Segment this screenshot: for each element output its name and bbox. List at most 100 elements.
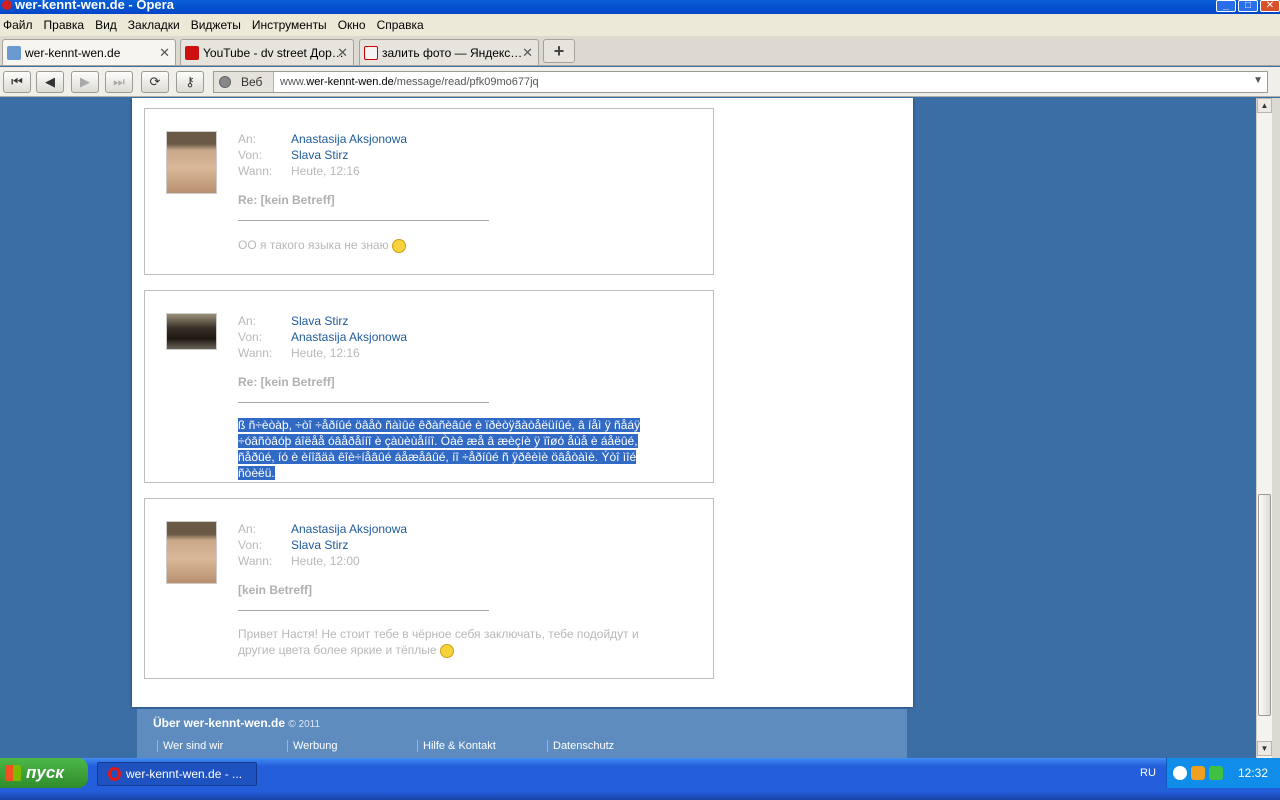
address-bar[interactable]: Веб www.wer-kennt-wen.de/message/read/pf… xyxy=(213,71,1268,93)
sender-link[interactable]: Slava Stirz xyxy=(291,537,348,553)
message-text: ОО я такого языка не знаю xyxy=(238,238,389,252)
back-button[interactable]: ◀ xyxy=(36,71,64,93)
footer-title: Über wer-kennt-wen.de © 2011 xyxy=(153,716,320,730)
sad-face-icon xyxy=(391,238,406,253)
message-time: Heute, 12:16 xyxy=(291,346,360,360)
menu-edit[interactable]: Правка xyxy=(41,18,93,32)
web-label: Веб xyxy=(241,75,263,89)
scroll-up-icon[interactable]: ▲ xyxy=(1257,98,1272,113)
divider xyxy=(238,402,489,403)
maximize-button[interactable]: □ xyxy=(1238,0,1258,12)
message-body: Привет Настя! Не стоит тебе в чёрное себ… xyxy=(238,626,658,658)
menu-file[interactable]: Файл xyxy=(0,18,41,32)
taskbar-opera-window[interactable]: wer-kennt-wen.de - ... xyxy=(97,762,257,786)
reload-button[interactable]: ⟳ xyxy=(141,71,169,93)
message-meta: An: Anastasija Aksjonowa Von: Slava Stirz … xyxy=(238,131,407,179)
youtube-favicon-icon xyxy=(185,45,199,60)
tab-yandex[interactable]: залить фото — Яндекс… ✕ xyxy=(359,39,539,65)
language-indicator[interactable]: RU xyxy=(1140,758,1156,788)
recipient-link[interactable]: Slava Stirz xyxy=(291,313,348,329)
rewind-button[interactable]: ⏮ xyxy=(3,71,31,93)
tab-label: wer-kennt-wen.de xyxy=(25,45,121,60)
media-player-icon[interactable] xyxy=(1191,766,1205,780)
menu-tools[interactable]: Инструменты xyxy=(249,18,335,32)
yandex-favicon-icon xyxy=(364,45,378,60)
divider xyxy=(238,220,489,221)
url-prefix: www. xyxy=(280,76,307,88)
from-label: Von: xyxy=(238,538,263,552)
tray-expand-icon[interactable] xyxy=(1173,766,1187,780)
avatar[interactable] xyxy=(166,521,217,584)
system-tray: 12:32 xyxy=(1166,758,1280,788)
message-time: Heute, 12:16 xyxy=(291,164,360,178)
opera-icon xyxy=(108,767,121,781)
menu-bookmarks[interactable]: Закладки xyxy=(125,18,188,32)
url-domain: wer-kennt-wen.de xyxy=(306,76,394,88)
message-text: Привет Настя! Не стоит тебе в чёрное себ… xyxy=(238,627,639,657)
message-body: ОО я такого языка не знаю xyxy=(238,237,658,253)
message-card: An: Slava Stirz Von: Anastasija Aksjonowa … xyxy=(144,290,714,483)
message-subject: Re: [kein Betreff] xyxy=(238,193,335,207)
message-subject: [kein Betreff] xyxy=(238,583,313,597)
close-button[interactable]: ✕ xyxy=(1260,0,1280,12)
start-button[interactable]: пуск xyxy=(0,758,88,788)
close-tab-icon[interactable]: ✕ xyxy=(337,45,348,61)
sender-link[interactable]: Slava Stirz xyxy=(291,147,348,163)
to-label: An: xyxy=(238,132,257,146)
avatar[interactable] xyxy=(166,313,217,350)
navigation-bar: ⏮ ◀ ▶ ⏭ ⟳ ⚷ Веб www.wer-kennt-wen.de/mes… xyxy=(0,67,1280,97)
window-edge xyxy=(1272,98,1280,758)
menu-widgets[interactable]: Виджеты xyxy=(188,18,249,32)
tab-label: залить фото — Яндекс… xyxy=(382,45,523,60)
menu-view[interactable]: Вид xyxy=(92,18,125,32)
footer-link-about[interactable]: Wer sind wir xyxy=(157,740,223,752)
close-tab-icon[interactable]: ✕ xyxy=(159,45,170,61)
selected-message-text: ß ñ÷èòàþ, ÷òî ÷åðíûé öâåò ñàìûé êðàñèâûé… xyxy=(238,418,641,480)
window-title: wer-kennt-wen.de - Opera xyxy=(15,0,174,12)
menu-help[interactable]: Справка xyxy=(374,18,432,32)
tab-label: YouTube - dv street Дор… xyxy=(203,45,344,60)
url-text[interactable]: www.wer-kennt-wen.de/message/read/pfk09m… xyxy=(274,76,539,88)
menu-window[interactable]: Окно xyxy=(335,18,374,32)
site-footer: Über wer-kennt-wen.de © 2011 Wer sind wi… xyxy=(137,709,907,758)
recipient-link[interactable]: Anastasija Aksjonowa xyxy=(291,521,407,537)
close-tab-icon[interactable]: ✕ xyxy=(522,45,533,61)
scroll-down-icon[interactable]: ▼ xyxy=(1257,741,1272,756)
page-viewport: An: Anastasija Aksjonowa Von: Slava Stirz … xyxy=(0,98,1256,758)
forward-button[interactable]: ▶ xyxy=(71,71,99,93)
fast-forward-button[interactable]: ⏭ xyxy=(105,71,133,93)
footer-title-text: Über wer-kennt-wen.de xyxy=(153,716,286,730)
from-label: Von: xyxy=(238,330,263,344)
message-time: Heute, 12:00 xyxy=(291,554,360,568)
new-tab-button[interactable]: + xyxy=(543,39,575,63)
window-title-bar: wer-kennt-wen.de - Opera _ □ ✕ xyxy=(0,0,1280,14)
vertical-scrollbar[interactable]: ▲ ▼ xyxy=(1256,98,1272,758)
footer-link-advertising[interactable]: Werbung xyxy=(287,740,337,752)
when-label: Wann: xyxy=(238,346,273,360)
to-label: An: xyxy=(238,314,257,328)
task-label: wer-kennt-wen.de - ... xyxy=(126,767,243,781)
opera-icon xyxy=(2,0,12,10)
clock: 12:32 xyxy=(1237,766,1268,780)
sender-link[interactable]: Anastasija Aksjonowa xyxy=(291,329,407,345)
start-label: пуск xyxy=(26,763,64,782)
menu-bar: Файл Правка Вид Закладки Виджеты Инструм… xyxy=(0,14,1280,36)
windows-flag-icon xyxy=(5,765,21,781)
tab-youtube[interactable]: YouTube - dv street Дор… ✕ xyxy=(180,39,354,65)
search-engine-selector[interactable]: Веб xyxy=(214,72,274,92)
avatar[interactable] xyxy=(166,131,217,194)
address-dropdown-icon[interactable]: ▼ xyxy=(1253,75,1263,86)
message-body: ß ñ÷èòàþ, ÷òî ÷åðíûé öâåò ñàìûé êðàñèâûé… xyxy=(238,417,650,481)
tray-app-icon[interactable] xyxy=(1209,766,1223,780)
wand-key-button[interactable]: ⚷ xyxy=(176,71,204,93)
globe-icon xyxy=(219,76,231,88)
message-card: An: Anastasija Aksjonowa Von: Slava Stirz … xyxy=(144,498,714,679)
tab-bar: wer-kennt-wen.de ✕ YouTube - dv street Д… xyxy=(0,36,1280,66)
footer-link-help[interactable]: Hilfe & Kontakt xyxy=(417,740,496,752)
tab-wer-kennt-wen[interactable]: wer-kennt-wen.de ✕ xyxy=(2,39,176,65)
scrollbar-thumb[interactable] xyxy=(1258,494,1271,716)
taskbar: пуск wer-kennt-wen.de - ... RU 12:32 xyxy=(0,758,1280,800)
footer-link-privacy[interactable]: Datenschutz xyxy=(547,740,614,752)
recipient-link[interactable]: Anastasija Aksjonowa xyxy=(291,131,407,147)
minimize-button[interactable]: _ xyxy=(1216,0,1236,12)
